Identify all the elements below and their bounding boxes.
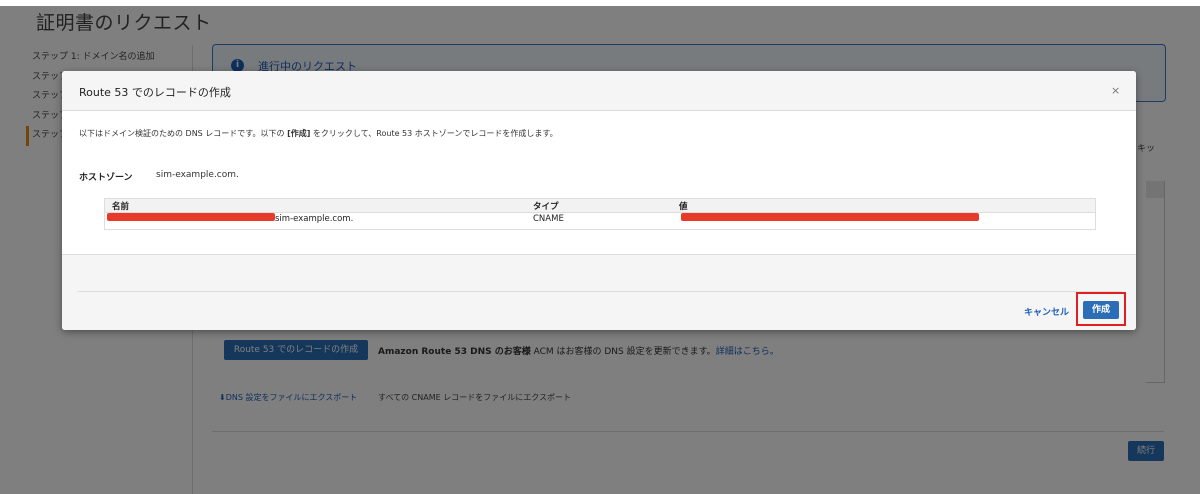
- create-button[interactable]: 作成: [1083, 301, 1119, 319]
- redacted-value: [681, 213, 979, 221]
- hosted-zone-value: sim-example.com.: [156, 170, 239, 180]
- modal-footer: キャンセル 作成: [62, 254, 1136, 330]
- hosted-zone-label: ホストゾーン: [79, 173, 133, 183]
- modal-desc-text-end: をクリックして、Route 53 ホストゾーンでレコードを作成します。: [310, 129, 558, 138]
- footer-divider: [78, 291, 1122, 292]
- column-header-type: タイプ: [533, 202, 559, 212]
- record-type: CNAME: [533, 214, 564, 224]
- dns-record-table: 名前 タイプ 値 sim-example.com. CNAME: [104, 198, 1096, 230]
- record-name: sim-example.com.: [275, 214, 354, 224]
- modal-title: Route 53 でのレコードの作成: [79, 86, 231, 99]
- top-strip: [0, 0, 1200, 6]
- redacted-name: [107, 213, 275, 221]
- column-header-name: 名前: [112, 202, 130, 212]
- close-icon[interactable]: ×: [1111, 84, 1120, 97]
- modal-desc-text: 以下はドメイン検証のための DNS レコードです。以下の: [79, 129, 288, 138]
- modal-desc-bold: [作成]: [287, 129, 311, 138]
- column-header-value: 値: [679, 202, 688, 212]
- table-header: [105, 199, 1095, 213]
- modal-header: Route 53 でのレコードの作成 ×: [62, 71, 1136, 111]
- create-record-modal: Route 53 でのレコードの作成 × 以下はドメイン検証のための DNS レ…: [62, 71, 1136, 330]
- modal-description: 以下はドメイン検証のための DNS レコードです。以下の [作成] をクリックし…: [79, 128, 558, 139]
- cancel-button[interactable]: キャンセル: [1024, 305, 1069, 318]
